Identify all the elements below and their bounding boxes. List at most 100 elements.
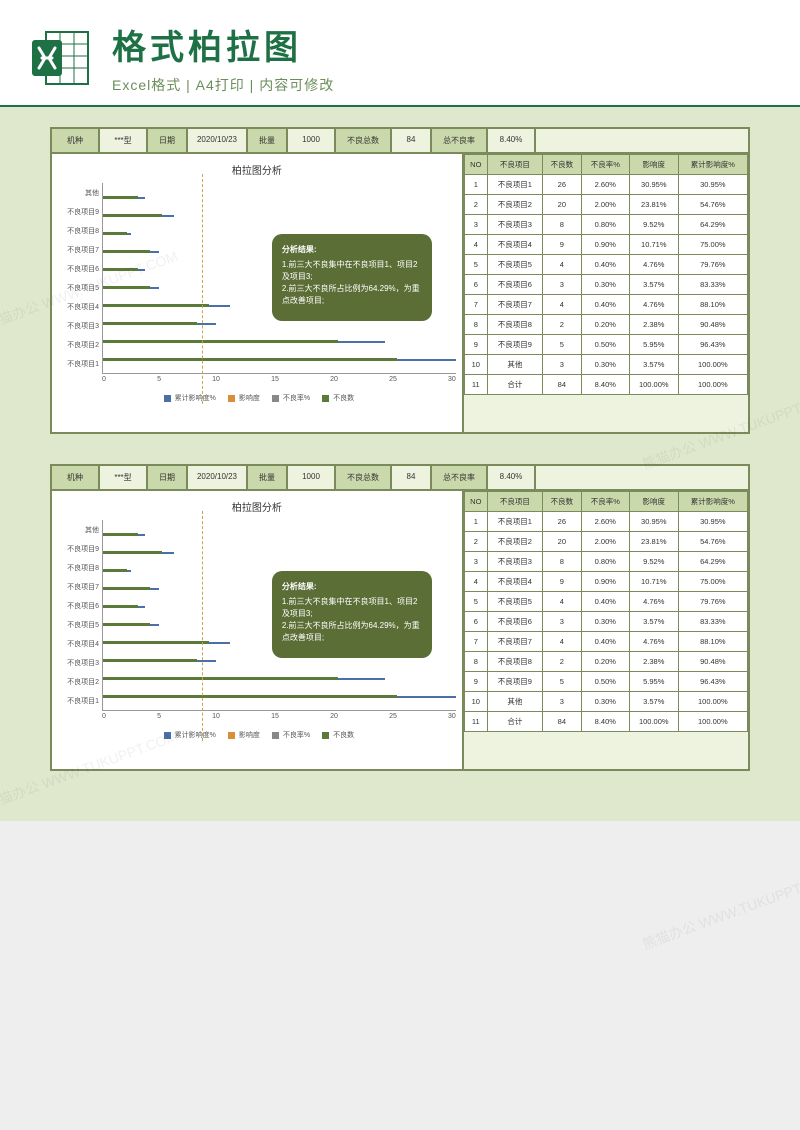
bar bbox=[103, 322, 197, 325]
table-row: 6不良项目630.30%3.57%83.33% bbox=[464, 275, 747, 295]
table-header: 不良率% bbox=[581, 492, 629, 512]
reference-line bbox=[202, 511, 203, 741]
y-axis-label: 不良项目3 bbox=[58, 321, 99, 331]
x-axis-tick: 10 bbox=[212, 713, 220, 720]
y-axis-label: 不良项目1 bbox=[58, 359, 99, 369]
chart-legend: 累计影响度%影响度不良率%不良数 bbox=[58, 393, 456, 403]
x-axis-tick: 0 bbox=[102, 376, 106, 383]
info-label: 总不良率 bbox=[431, 465, 487, 490]
y-axis-label: 不良项目9 bbox=[58, 207, 99, 217]
bar bbox=[103, 677, 338, 680]
table-row: 4不良项目490.90%10.71%75.00% bbox=[464, 572, 747, 592]
x-axis-tick: 10 bbox=[212, 376, 220, 383]
pareto-chart: 柏拉图分析其他不良项目9不良项目8不良项目7不良项目6不良项目5不良项目4不良项… bbox=[51, 153, 463, 433]
y-axis-label: 不良项目8 bbox=[58, 563, 99, 573]
data-table: NO不良项目不良数不良率%影响度累计影响度%1不良项目1262.60%30.95… bbox=[464, 491, 748, 732]
info-label: 日期 bbox=[147, 128, 187, 153]
table-row: 10其他30.30%3.57%100.00% bbox=[464, 692, 747, 712]
pareto-chart: 柏拉图分析其他不良项目9不良项目8不良项目7不良项目6不良项目5不良项目4不良项… bbox=[51, 490, 463, 770]
table-header: NO bbox=[464, 492, 487, 512]
table-row: 2不良项目2202.00%23.81%54.76% bbox=[464, 532, 747, 552]
y-axis-label: 不良项目6 bbox=[58, 264, 99, 274]
page-title: 格式柏拉图 bbox=[112, 20, 770, 69]
bar bbox=[103, 641, 209, 644]
x-axis-tick: 20 bbox=[330, 376, 338, 383]
y-axis-label: 不良项目7 bbox=[58, 245, 99, 255]
info-value: 1000 bbox=[287, 465, 335, 490]
x-axis-tick: 15 bbox=[271, 376, 279, 383]
table-row: 1不良项目1262.60%30.95%30.95% bbox=[464, 175, 747, 195]
y-axis-label: 其他 bbox=[58, 188, 99, 198]
data-table: NO不良项目不良数不良率%影响度累计影响度%1不良项目1262.60%30.95… bbox=[464, 154, 748, 395]
excel-icon bbox=[30, 26, 94, 90]
header-text: 格式柏拉图 Excel格式 | A4打印 | 内容可修改 bbox=[112, 20, 770, 95]
page-subtitle: Excel格式 | A4打印 | 内容可修改 bbox=[112, 75, 770, 95]
y-axis-label: 不良项目3 bbox=[58, 658, 99, 668]
table-row: 3不良项目380.80%9.52%64.29% bbox=[464, 215, 747, 235]
table-row: 8不良项目820.20%2.38%90.48% bbox=[464, 652, 747, 672]
table-row: 1不良项目1262.60%30.95%30.95% bbox=[464, 512, 747, 532]
info-label: 总不良率 bbox=[431, 128, 487, 153]
bar bbox=[103, 304, 209, 307]
x-axis-tick: 20 bbox=[330, 713, 338, 720]
y-axis-label: 不良项目2 bbox=[58, 340, 99, 350]
chart-title: 柏拉图分析 bbox=[58, 499, 456, 514]
info-label: 机种 bbox=[51, 465, 99, 490]
table-header: 不良项目 bbox=[487, 155, 542, 175]
table-row: 9不良项目950.50%5.95%96.43% bbox=[464, 335, 747, 355]
bar bbox=[103, 196, 138, 199]
table-header: 不良率% bbox=[581, 155, 629, 175]
bar bbox=[103, 623, 150, 626]
chart-legend: 累计影响度%影响度不良率%不良数 bbox=[58, 730, 456, 740]
table-header: 不良数 bbox=[542, 492, 581, 512]
info-value: 2020/10/23 bbox=[187, 128, 247, 153]
info-label: 不良总数 bbox=[335, 465, 391, 490]
info-label: 机种 bbox=[51, 128, 99, 153]
table-row: 3不良项目380.80%9.52%64.29% bbox=[464, 552, 747, 572]
bar bbox=[103, 358, 397, 361]
table-row: 5不良项目540.40%4.76%79.76% bbox=[464, 592, 747, 612]
x-axis-tick: 15 bbox=[271, 713, 279, 720]
bar bbox=[103, 286, 150, 289]
table-header: 影响度 bbox=[629, 492, 678, 512]
table-header: 影响度 bbox=[629, 155, 678, 175]
data-table-panel: NO不良项目不良数不良率%影响度累计影响度%1不良项目1262.60%30.95… bbox=[463, 153, 749, 433]
info-value: ***型 bbox=[99, 465, 147, 490]
bar bbox=[103, 340, 338, 343]
watermark: 熊猫办公 WWW.TUKUPPT.COM bbox=[640, 866, 800, 954]
y-axis-label: 不良项目8 bbox=[58, 226, 99, 236]
bar bbox=[103, 587, 150, 590]
x-axis-tick: 25 bbox=[389, 713, 397, 720]
x-axis-tick: 30 bbox=[448, 376, 456, 383]
table-row: 6不良项目630.30%3.57%83.33% bbox=[464, 612, 747, 632]
x-axis-tick: 5 bbox=[157, 376, 161, 383]
info-label: 日期 bbox=[147, 465, 187, 490]
y-axis-label: 不良项目1 bbox=[58, 696, 99, 706]
bar bbox=[103, 533, 138, 536]
bar bbox=[103, 214, 162, 217]
bar bbox=[103, 695, 397, 698]
table-row: 7不良项目740.40%4.76%88.10% bbox=[464, 632, 747, 652]
bar bbox=[103, 250, 150, 253]
y-axis-label: 不良项目5 bbox=[58, 283, 99, 293]
y-axis-label: 不良项目4 bbox=[58, 639, 99, 649]
bar bbox=[103, 551, 162, 554]
table-header: NO bbox=[464, 155, 487, 175]
x-axis-tick: 0 bbox=[102, 713, 106, 720]
y-axis-label: 不良项目6 bbox=[58, 601, 99, 611]
table-header: 不良项目 bbox=[487, 492, 542, 512]
table-header: 累计影响度% bbox=[678, 492, 747, 512]
table-row: 11合计848.40%100.00%100.00% bbox=[464, 375, 747, 395]
info-value: 84 bbox=[391, 465, 431, 490]
info-value: 84 bbox=[391, 128, 431, 153]
info-value: 2020/10/23 bbox=[187, 465, 247, 490]
y-axis-label: 其他 bbox=[58, 525, 99, 535]
x-axis-tick: 5 bbox=[157, 713, 161, 720]
table-row: 7不良项目740.40%4.76%88.10% bbox=[464, 295, 747, 315]
info-value: 8.40% bbox=[487, 465, 535, 490]
bar bbox=[103, 232, 127, 235]
table-header: 累计影响度% bbox=[678, 155, 747, 175]
info-label: 批量 bbox=[247, 128, 287, 153]
analysis-callout: 分析结果:1.前三大不良集中在不良项目1、项目2及项目3;2.前三大不良所占比例… bbox=[272, 234, 432, 321]
y-axis-label: 不良项目2 bbox=[58, 677, 99, 687]
